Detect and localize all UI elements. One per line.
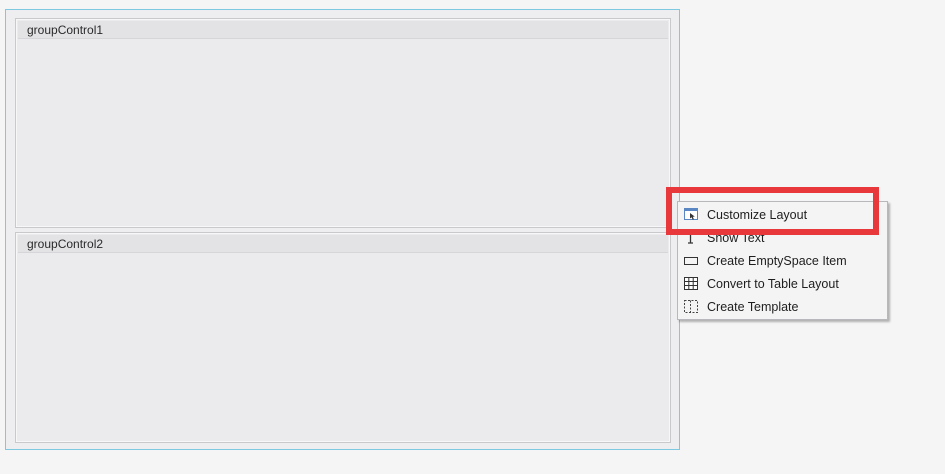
text-cursor-icon — [684, 231, 699, 245]
menu-item-create-emptyspace[interactable]: Create EmptySpace Item — [680, 250, 885, 272]
menu-item-customize-layout[interactable]: Customize Layout — [680, 204, 885, 226]
group-control-1[interactable]: groupControl1 — [15, 18, 671, 228]
group-caption-2: groupControl2 — [27, 237, 104, 251]
empty-space-icon — [684, 254, 699, 268]
menu-item-create-template[interactable]: Create Template — [680, 296, 885, 318]
template-icon — [684, 300, 699, 314]
menu-item-label: Create EmptySpace Item — [707, 254, 847, 268]
layout-control[interactable]: groupControl1 groupControl2 — [5, 9, 680, 450]
menu-item-show-text[interactable]: Show Text — [680, 227, 885, 249]
customize-layout-icon — [684, 208, 699, 222]
menu-item-label: Create Template — [707, 300, 799, 314]
table-grid-icon — [684, 277, 699, 291]
menu-item-label: Convert to Table Layout — [707, 277, 839, 291]
context-menu: Customize Layout Show Text Create EmptyS… — [677, 201, 888, 320]
menu-item-label: Show Text — [707, 231, 765, 245]
menu-item-label: Customize Layout — [707, 208, 808, 222]
group-control-2[interactable]: groupControl2 — [15, 232, 671, 443]
group-caption-1: groupControl1 — [27, 23, 104, 37]
group-header-1: groupControl1 — [18, 21, 668, 39]
group-header-2: groupControl2 — [18, 235, 668, 253]
menu-item-convert-table-layout[interactable]: Convert to Table Layout — [680, 273, 885, 295]
